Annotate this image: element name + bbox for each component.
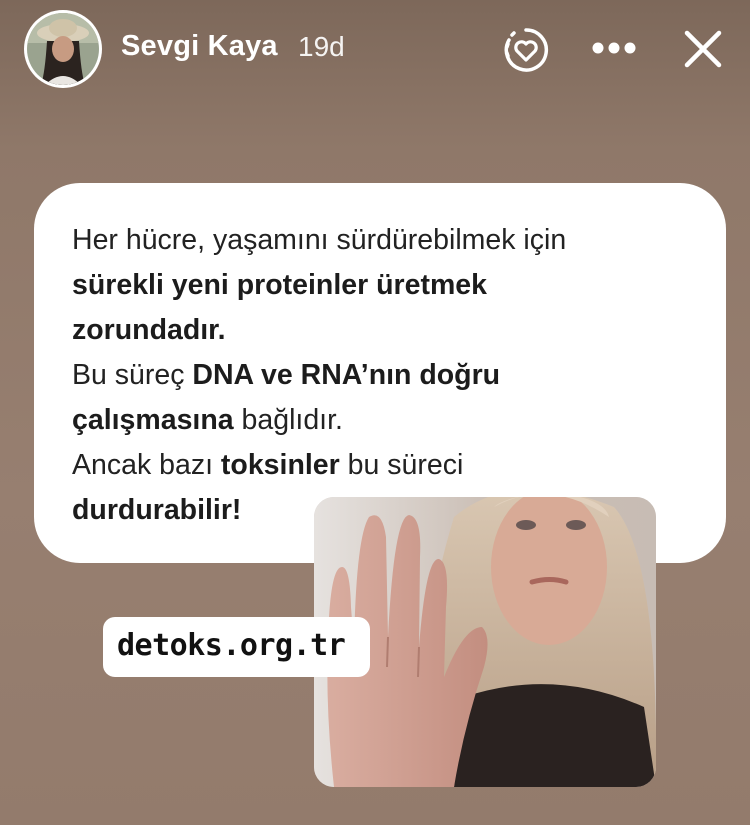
text-regular: Ancak bazı xyxy=(72,449,221,481)
text-bold: zorundadır. xyxy=(72,314,226,346)
profile-photo-icon xyxy=(27,13,99,85)
text-bold: DNA ve RNA’nın doğru xyxy=(192,359,501,391)
text-bold: toksinler xyxy=(220,449,340,481)
close-icon[interactable] xyxy=(684,30,722,68)
text-bold: sürekli yeni proteinler üretmek xyxy=(72,269,487,301)
card-line: çalışmasına bağlıdır. xyxy=(72,398,712,443)
story-timestamp: 19d xyxy=(298,31,345,62)
more-dots-icon[interactable] xyxy=(591,41,637,55)
text-bold: çalışmasına xyxy=(72,404,234,436)
card-line: Her hücre, yaşamını sürdürebilmek için xyxy=(72,218,712,263)
text-regular: Her hücre, yaşamını sürdürebilmek için xyxy=(72,224,567,256)
text-bold: durdurabilir! xyxy=(72,494,242,526)
website-label[interactable]: detoks.org.tr xyxy=(117,628,346,663)
avatar[interactable] xyxy=(24,10,102,88)
card-line: Bu süreç DNA ve RNA’nın doğru xyxy=(72,353,712,398)
card-line: zorundadır. xyxy=(72,308,712,353)
text-regular: bağlıdır. xyxy=(233,404,343,436)
card-line: Ancak bazı toksinler bu süreci xyxy=(72,443,712,488)
text-regular: bu süreci xyxy=(339,449,464,481)
card-line: sürekli yeni proteinler üretmek xyxy=(72,263,712,308)
story-username[interactable]: Sevgi Kaya xyxy=(121,30,278,63)
card-text-block: Her hücre, yaşamını sürdürebilmek için s… xyxy=(72,218,712,533)
text-regular: Bu süreç xyxy=(72,359,193,391)
heart-circle-icon[interactable] xyxy=(502,26,550,74)
